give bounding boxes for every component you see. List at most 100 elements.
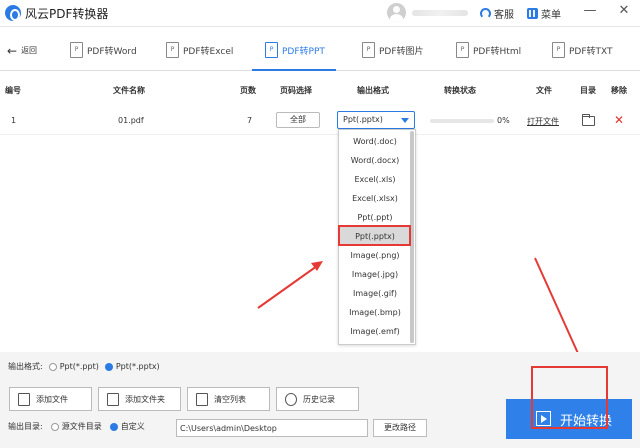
app-logo-icon bbox=[5, 5, 21, 21]
radio-custom-dir[interactable]: 自定义 bbox=[109, 421, 145, 432]
add-file-label: 添加文件 bbox=[36, 394, 68, 404]
close-button[interactable]: ✕ bbox=[617, 3, 631, 19]
col-header-page-select: 页码选择 bbox=[280, 86, 312, 95]
add-folder-label: 添加文件夹 bbox=[125, 394, 165, 404]
row-filename: 01.pdf bbox=[118, 116, 144, 125]
user-avatar[interactable] bbox=[387, 3, 406, 22]
radio-unchecked-icon bbox=[48, 362, 57, 371]
add-folder-button[interactable]: 添加文件夹 bbox=[98, 387, 181, 411]
open-file-link[interactable]: 打开文件 bbox=[527, 116, 559, 127]
col-header-status: 转换状态 bbox=[444, 86, 476, 95]
radio-checked-icon bbox=[104, 362, 113, 371]
tab-pdf-to-image[interactable]: P PDF转图片 bbox=[362, 38, 424, 62]
col-header-filename: 文件名称 bbox=[113, 86, 145, 95]
active-tab-indicator bbox=[252, 69, 336, 71]
add-folder-icon bbox=[107, 392, 119, 406]
radio-unchecked-icon bbox=[50, 422, 59, 431]
radio-pptx[interactable]: Ppt(*.pptx) bbox=[104, 362, 160, 371]
pdf-file-icon: P bbox=[362, 42, 375, 58]
output-format-value: Ppt(.pptx) bbox=[343, 115, 383, 124]
output-format-label: 输出格式: bbox=[8, 362, 43, 371]
radio-ppt[interactable]: Ppt(*.ppt) bbox=[48, 362, 99, 371]
table-header: 编号 文件名称 页数 页码选择 输出格式 转换状态 文件 目录 移除 bbox=[0, 81, 640, 101]
pdf-file-icon: P bbox=[456, 42, 469, 58]
tab-label: PDF转TXT bbox=[569, 46, 613, 57]
menu-label: 菜单 bbox=[541, 10, 561, 21]
trash-icon bbox=[196, 392, 208, 406]
folder-icon[interactable] bbox=[582, 114, 595, 126]
radio-source-dir[interactable]: 源文件目录 bbox=[50, 421, 102, 432]
headset-icon bbox=[480, 8, 491, 19]
highlight-box-start bbox=[531, 366, 608, 429]
menu-icon bbox=[527, 8, 538, 19]
app-title: 风云PDF转换器 bbox=[25, 7, 109, 21]
customer-service-label: 客服 bbox=[494, 10, 514, 21]
dropdown-option[interactable]: Word(.docx) bbox=[339, 151, 411, 170]
dropdown-option[interactable]: Image(.jpg) bbox=[339, 265, 411, 284]
pdf-file-icon: P bbox=[265, 42, 278, 58]
dropdown-option[interactable]: Image(.gif) bbox=[339, 284, 411, 303]
tab-label: PDF转Excel bbox=[183, 46, 234, 57]
col-header-remove: 移除 bbox=[611, 86, 627, 95]
dropdown-option[interactable]: Image(.png) bbox=[339, 246, 411, 265]
tab-pdf-to-excel[interactable]: P PDF转Excel bbox=[166, 38, 233, 62]
col-header-directory: 目录 bbox=[580, 86, 596, 95]
tab-label: PDF转PPT bbox=[282, 46, 325, 57]
tab-pdf-to-txt[interactable]: P PDF转TXT bbox=[552, 38, 613, 62]
nav-bar: ← 返回 P PDF转Word P PDF转Excel P PDF转PPT P … bbox=[0, 28, 640, 71]
add-file-icon bbox=[18, 392, 30, 406]
tab-label: PDF转图片 bbox=[379, 46, 424, 57]
radio-checked-icon bbox=[109, 422, 118, 431]
highlight-box-pptx bbox=[338, 225, 411, 246]
pdf-file-icon: P bbox=[552, 42, 565, 58]
row-pages: 7 bbox=[247, 116, 253, 125]
radio-ppt-label: Ppt(*.ppt) bbox=[59, 362, 99, 371]
progress-percent: 0% bbox=[497, 116, 510, 125]
tab-pdf-to-ppt[interactable]: P PDF转PPT bbox=[265, 38, 325, 62]
output-path-input[interactable] bbox=[176, 419, 368, 437]
arrow-to-pptx-option bbox=[257, 261, 323, 309]
pdf-file-icon: P bbox=[166, 42, 179, 58]
radio-custom-dir-label: 自定义 bbox=[120, 422, 145, 431]
clock-icon bbox=[285, 392, 297, 406]
dropdown-option[interactable]: Image(.emf) bbox=[339, 322, 411, 341]
radio-pptx-label: Ppt(*.pptx) bbox=[115, 362, 160, 371]
radio-source-dir-label: 源文件目录 bbox=[61, 422, 102, 431]
dropdown-option[interactable]: Excel(.xls) bbox=[339, 170, 411, 189]
tab-pdf-to-word[interactable]: P PDF转Word bbox=[70, 38, 137, 62]
row-index: 1 bbox=[11, 116, 17, 125]
table-row: 1 01.pdf 7 全部 Ppt(.pptx) 0% 打开文件 ✕ bbox=[0, 107, 640, 135]
col-header-pages: 页数 bbox=[240, 86, 256, 95]
back-button[interactable]: ← 返回 bbox=[7, 43, 38, 58]
customer-service-button[interactable]: 客服 bbox=[480, 6, 514, 21]
output-directory-label: 输出目录: bbox=[8, 422, 43, 431]
back-arrow-icon: ← bbox=[7, 43, 18, 58]
menu-button[interactable]: 菜单 bbox=[527, 6, 561, 21]
col-header-index: 编号 bbox=[5, 86, 21, 95]
history-label: 历史记录 bbox=[303, 394, 335, 404]
back-label: 返回 bbox=[21, 46, 38, 55]
remove-icon[interactable]: ✕ bbox=[614, 113, 624, 127]
history-button[interactable]: 历史记录 bbox=[276, 387, 359, 411]
user-name-blurred bbox=[412, 10, 468, 16]
minimize-button[interactable]: — bbox=[583, 3, 597, 19]
add-file-button[interactable]: 添加文件 bbox=[9, 387, 92, 411]
title-bar: 风云PDF转换器 客服 菜单 — ✕ bbox=[0, 0, 640, 27]
clear-list-label: 清空列表 bbox=[214, 394, 246, 404]
change-path-button[interactable]: 更改路径 bbox=[373, 419, 427, 437]
col-header-file: 文件 bbox=[536, 86, 552, 95]
tab-label: PDF转Html bbox=[473, 46, 522, 57]
output-format-options: 输出格式: Ppt(*.ppt) Ppt(*.pptx) bbox=[8, 361, 160, 372]
page-select-all-button[interactable]: 全部 bbox=[276, 112, 320, 128]
clear-list-button[interactable]: 清空列表 bbox=[187, 387, 270, 411]
pdf-file-icon: P bbox=[70, 42, 83, 58]
dropdown-option[interactable]: Word(.doc) bbox=[339, 132, 411, 151]
tab-label: PDF转Word bbox=[87, 46, 137, 57]
dropdown-option[interactable]: Image(.bmp) bbox=[339, 303, 411, 322]
tab-pdf-to-html[interactable]: P PDF转Html bbox=[456, 38, 521, 62]
output-format-select[interactable]: Ppt(.pptx) bbox=[337, 111, 415, 129]
output-directory-options: 输出目录: 源文件目录 自定义 bbox=[8, 421, 145, 432]
dropdown-option[interactable]: Excel(.xlsx) bbox=[339, 189, 411, 208]
conversion-progress-bar bbox=[430, 119, 494, 123]
chevron-down-icon bbox=[401, 118, 409, 123]
